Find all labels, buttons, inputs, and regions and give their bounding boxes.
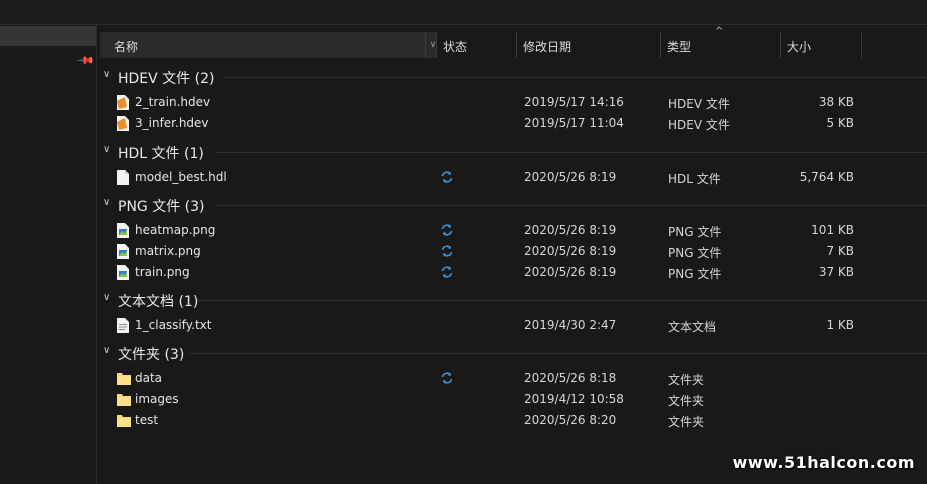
file-modified-date: 2020/5/26 8:19: [524, 265, 617, 279]
file-row[interactable]: 2_train.hdev 2019/5/17 14:16 HDEV 文件 38 KB: [97, 92, 927, 113]
file-modified-date: 2019/5/17 14:16: [524, 95, 624, 109]
file-modified-date: 2019/5/17 11:04: [524, 116, 624, 130]
group-header[interactable]: ∨ HDEV 文件 (2): [97, 66, 927, 88]
group-header[interactable]: ∨ 文件夹 (3): [97, 342, 927, 364]
column-header-name-label: 名称: [114, 40, 139, 54]
file-modified-date: 2020/5/26 8:18: [524, 371, 617, 385]
file-type: PNG 文件: [668, 246, 722, 260]
sync-icon: [440, 371, 456, 387]
group-divider: [216, 152, 927, 153]
navigation-selected-item[interactable]: [0, 26, 96, 46]
file-type: 文件夹: [668, 415, 705, 429]
chevron-down-icon[interactable]: ∨: [103, 346, 113, 356]
image-file-icon: [117, 265, 129, 280]
column-header-status-label: 状态: [443, 40, 468, 54]
text-file-icon: [117, 318, 129, 333]
file-name: test: [135, 413, 159, 427]
file-modified-date: 2020/5/26 8:19: [524, 170, 617, 184]
file-modified-date: 2019/4/12 10:58: [524, 392, 624, 406]
file-size: 37 KB: [818, 265, 854, 279]
image-file-icon: [117, 223, 129, 238]
column-header-row: 名称 ∨ 状态 修改日期 类型 ^ 大小: [97, 26, 927, 58]
file-type: HDEV 文件: [668, 97, 730, 111]
file-row[interactable]: matrix.png 2020/5/26 8:19 PNG 文件 7 KB: [97, 241, 927, 262]
file-name: data: [135, 371, 163, 385]
column-header-modified-label: 修改日期: [523, 40, 572, 54]
file-list-view: 名称 ∨ 状态 修改日期 类型 ^ 大小 ∨ HDEV 文件 (2) 2_train…: [97, 25, 927, 484]
file-name: 3_infer.hdev: [135, 116, 209, 130]
file-name: 2_train.hdev: [135, 95, 211, 109]
file-row[interactable]: test 2020/5/26 8:20 文件夹: [97, 410, 927, 431]
group-header[interactable]: ∨ 文本文档 (1): [97, 289, 927, 311]
file-size: 101 KB: [811, 223, 854, 237]
group-title: PNG 文件 (3): [118, 199, 205, 215]
sync-icon: [440, 223, 456, 239]
group-header[interactable]: ∨ HDL 文件 (1): [97, 141, 927, 163]
file-row[interactable]: model_best.hdl 2020/5/26 8:19 HDL 文件 5,764 …: [97, 167, 927, 188]
file-modified-date: 2019/4/30 2:47: [524, 318, 617, 332]
chevron-down-icon[interactable]: ∨: [103, 198, 113, 208]
blank-file-icon: [117, 170, 129, 185]
file-row[interactable]: heatmap.png 2020/5/26 8:19 PNG 文件 101 KB: [97, 220, 927, 241]
column-header-status[interactable]: 状态: [436, 32, 517, 58]
file-size: 38 KB: [818, 95, 854, 109]
file-row[interactable]: 1_classify.txt 2019/4/30 2:47 文本文档 1 KB: [97, 315, 927, 336]
column-header-name[interactable]: 名称 ∨: [100, 32, 436, 58]
file-name: matrix.png: [135, 244, 201, 258]
hdev-file-icon: [117, 116, 129, 131]
sync-icon: [440, 170, 456, 186]
file-size: 7 KB: [826, 244, 854, 258]
file-size: 5,764 KB: [799, 170, 854, 184]
file-type: PNG 文件: [668, 267, 722, 281]
file-type: HDL 文件: [668, 172, 721, 186]
file-size: 1 KB: [826, 318, 854, 332]
group-title: 文本文档 (1): [118, 294, 199, 310]
file-size: 5 KB: [826, 116, 854, 130]
column-header-modified[interactable]: 修改日期: [516, 32, 661, 58]
file-row[interactable]: 3_infer.hdev 2019/5/17 11:04 HDEV 文件 5 KB: [97, 113, 927, 134]
group-divider: [216, 205, 927, 206]
file-type: 文本文档: [668, 320, 717, 334]
navigation-pane[interactable]: [0, 25, 97, 484]
hdev-file-icon: [117, 95, 129, 110]
group-divider: [189, 353, 927, 354]
chevron-down-icon[interactable]: ∨: [103, 70, 113, 80]
column-header-size-label: 大小: [787, 40, 812, 54]
address-bar-area: [0, 0, 927, 25]
chevron-down-icon[interactable]: ∨: [103, 145, 113, 155]
folder-icon: [117, 371, 131, 386]
group-header[interactable]: ∨ PNG 文件 (3): [97, 194, 927, 216]
file-row[interactable]: images 2019/4/12 10:58 文件夹: [97, 389, 927, 410]
file-name: model_best.hdl: [135, 170, 227, 184]
file-row[interactable]: train.png 2020/5/26 8:19 PNG 文件 37 KB: [97, 262, 927, 283]
file-row[interactable]: data 2020/5/26 8:18 文件夹: [97, 368, 927, 389]
group-title: HDEV 文件 (2): [118, 71, 215, 87]
file-modified-date: 2020/5/26 8:20: [524, 413, 617, 427]
file-type: 文件夹: [668, 394, 705, 408]
column-header-type-label: 类型: [667, 40, 692, 54]
file-modified-date: 2020/5/26 8:19: [524, 223, 617, 237]
group-divider: [225, 77, 927, 78]
folder-icon: [117, 413, 131, 428]
sync-icon: [440, 244, 456, 260]
image-file-icon: [117, 244, 129, 259]
column-header-size[interactable]: 大小: [780, 32, 862, 58]
file-type: HDEV 文件: [668, 118, 730, 132]
file-name: images: [135, 392, 179, 406]
file-name: heatmap.png: [135, 223, 216, 237]
sort-ascending-icon: ^: [715, 26, 724, 37]
file-type: PNG 文件: [668, 225, 722, 239]
file-modified-date: 2020/5/26 8:19: [524, 244, 617, 258]
folder-icon: [117, 392, 131, 407]
file-name: train.png: [135, 265, 190, 279]
file-name: 1_classify.txt: [135, 318, 212, 332]
sync-icon: [440, 265, 456, 281]
watermark: www.51halcon.com: [732, 453, 915, 472]
chevron-down-icon[interactable]: ∨: [103, 293, 113, 303]
group-title: HDL 文件 (1): [118, 146, 204, 162]
group-divider: [198, 300, 927, 301]
group-title: 文件夹 (3): [118, 347, 185, 363]
file-type: 文件夹: [668, 373, 705, 387]
